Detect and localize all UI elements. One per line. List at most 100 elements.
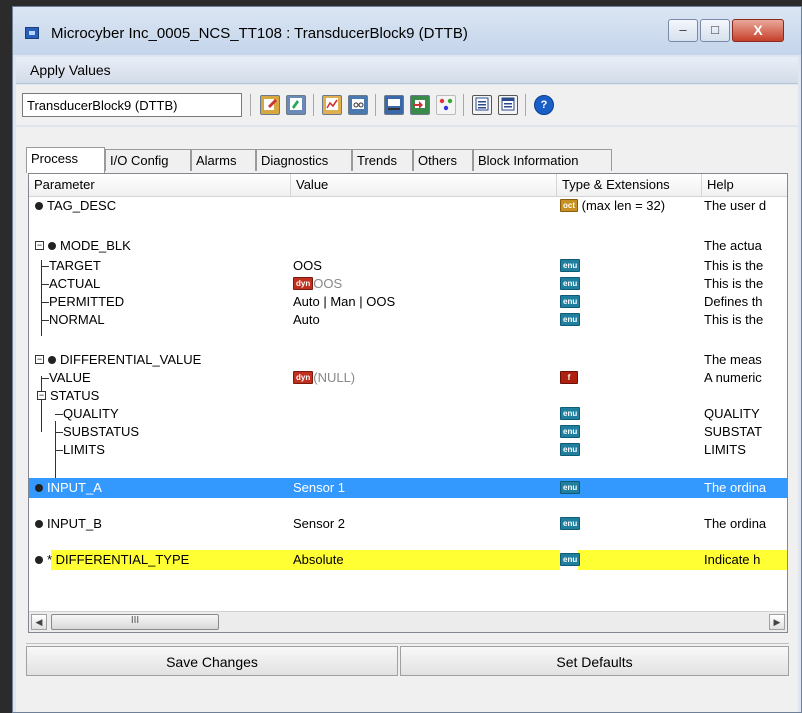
param-value[interactable]: Auto | Man | OOS <box>293 292 395 312</box>
float-type-icon: f <box>560 371 578 385</box>
menu-apply-values[interactable]: Apply Values <box>30 62 111 78</box>
param-name: TARGET <box>49 258 101 273</box>
column-header-help[interactable]: Help <box>702 174 787 196</box>
transfer-icon[interactable] <box>410 95 430 115</box>
download-icon[interactable] <box>384 95 404 115</box>
menu-bar: Apply Values <box>16 57 798 84</box>
set-defaults-button[interactable]: Set Defaults <box>400 646 789 676</box>
grid-header: Parameter Value Type & Extensions Help <box>29 174 787 197</box>
table-row[interactable]: − DIFFERENTIAL_VALUE The meas <box>29 350 787 370</box>
help-icon[interactable]: ? <box>534 95 554 115</box>
graph-icon[interactable] <box>322 95 342 115</box>
table-row[interactable]: TAG_DESC oct (max len = 32) The user d <box>29 196 787 216</box>
compare-icon[interactable] <box>286 95 306 115</box>
table-row[interactable]: − MODE_BLK The actua <box>29 236 787 256</box>
maximize-button[interactable]: □ <box>700 19 730 42</box>
parameter-bullet-icon <box>35 483 43 492</box>
detail-view-icon[interactable] <box>498 95 518 115</box>
param-name: VALUE <box>49 370 91 385</box>
table-row[interactable]: VALUE dyn (NULL) f A numeric <box>29 368 787 388</box>
title-bar[interactable]: Microcyber Inc_0005_NCS_TT108 : Transduc… <box>13 7 801 55</box>
table-row[interactable]: INPUT_B Sensor 2 enu The ordina <box>29 514 787 534</box>
param-help: A numeric <box>704 370 762 385</box>
enum-type-icon: enu <box>560 259 581 273</box>
column-header-type[interactable]: Type & Extensions <box>557 174 702 196</box>
footer-bar: Save Changes Set Defaults <box>26 643 789 676</box>
param-name: TAG_DESC <box>47 198 117 213</box>
param-value[interactable]: Sensor 1 <box>293 478 345 498</box>
param-name: ACTUAL <box>49 276 101 291</box>
param-name: SUBSTATUS <box>63 424 140 439</box>
scroll-right-icon[interactable]: ▶ <box>769 614 785 630</box>
enum-type-icon: enu <box>560 553 581 567</box>
table-row[interactable]: NORMAL Auto enu This is the <box>29 310 787 330</box>
tab-block-information[interactable]: Block Information <box>473 149 612 171</box>
enum-type-icon: enu <box>560 443 581 457</box>
block-selector-input[interactable] <box>22 93 242 117</box>
table-row[interactable]: TARGET OOS enu This is the <box>29 256 787 276</box>
tab-diagnostics[interactable]: Diagnostics <box>256 149 352 171</box>
param-help: LIMITS <box>704 442 746 457</box>
param-help: Indicate h <box>704 552 761 567</box>
table-row[interactable]: SUBSTATUS enu SUBSTAT <box>29 422 787 442</box>
toolbar-separator <box>313 94 314 116</box>
scroll-thumb[interactable]: III <box>51 614 219 630</box>
tab-others[interactable]: Others <box>413 149 473 171</box>
toolbar-separator <box>250 94 251 116</box>
window-title: Microcyber Inc_0005_NCS_TT108 : Transduc… <box>51 25 468 42</box>
toolbar-separator <box>463 94 464 116</box>
param-type-text: (max len = 32) <box>581 198 666 213</box>
param-value[interactable]: Auto <box>293 310 320 330</box>
enum-type-icon: enu <box>560 425 581 439</box>
tab-alarms[interactable]: Alarms <box>191 149 256 171</box>
parameter-bullet-icon <box>48 355 56 364</box>
table-row[interactable]: PERMITTED Auto | Man | OOS enu Defines t… <box>29 292 787 312</box>
column-header-parameter[interactable]: Parameter <box>29 174 291 196</box>
param-name: PERMITTED <box>49 294 125 309</box>
glasses-icon[interactable] <box>348 95 368 115</box>
collapse-icon[interactable]: − <box>37 391 46 401</box>
param-name: DIFFERENTIAL_VALUE <box>60 352 202 367</box>
enum-type-icon: enu <box>560 407 581 421</box>
table-row[interactable]: ACTUAL dyn OOS enu This is the <box>29 274 787 294</box>
param-help: This is the <box>704 312 764 327</box>
minimize-button[interactable]: – <box>668 19 698 42</box>
tab-io-config[interactable]: I/O Config <box>105 149 191 171</box>
nodes-icon[interactable] <box>436 95 456 115</box>
param-value[interactable]: OOS <box>293 256 322 276</box>
param-name: INPUT_A <box>47 480 102 495</box>
tab-trends[interactable]: Trends <box>352 149 413 171</box>
column-header-value[interactable]: Value <box>291 174 557 196</box>
horizontal-scrollbar[interactable]: ◀ III ▶ <box>29 611 787 632</box>
close-button[interactable]: X <box>732 19 784 42</box>
enum-type-icon: enu <box>560 295 581 309</box>
table-row[interactable]: − STATUS <box>29 386 787 406</box>
enum-type-icon: enu <box>560 277 581 291</box>
param-help: SUBSTAT <box>704 424 763 439</box>
param-help: QUALITY <box>704 406 760 421</box>
param-name: MODE_BLK <box>60 238 131 253</box>
list-view-icon[interactable] <box>472 95 492 115</box>
table-row[interactable]: QUALITY enu QUALITY <box>29 404 787 424</box>
toolbar-separator <box>375 94 376 116</box>
parameter-grid: Parameter Value Type & Extensions Help T… <box>28 173 788 633</box>
param-value[interactable]: Absolute <box>293 550 560 570</box>
param-name: STATUS <box>50 388 100 403</box>
param-value[interactable]: Sensor 2 <box>293 514 345 534</box>
parameter-bullet-icon <box>35 555 43 564</box>
table-row-modified[interactable]: * DIFFERENTIAL_TYPE Absolute enu Indicat… <box>29 550 787 570</box>
collapse-icon[interactable]: − <box>35 355 44 365</box>
save-changes-button[interactable]: Save Changes <box>26 646 398 676</box>
table-row-selected[interactable]: INPUT_A Sensor 1 enu The ordina <box>29 478 787 498</box>
param-name: LIMITS <box>63 442 105 457</box>
tab-process[interactable]: Process <box>26 147 105 173</box>
enum-type-icon: enu <box>560 481 581 495</box>
param-help: The ordina <box>704 480 767 495</box>
param-help: This is the <box>704 258 764 273</box>
table-row[interactable]: LIMITS enu LIMITS <box>29 440 787 460</box>
parameter-bullet-icon <box>35 519 43 528</box>
collapse-icon[interactable]: − <box>35 241 44 251</box>
edit-icon[interactable] <box>260 95 280 115</box>
scroll-left-icon[interactable]: ◀ <box>31 614 47 630</box>
enum-type-icon: enu <box>560 313 581 327</box>
